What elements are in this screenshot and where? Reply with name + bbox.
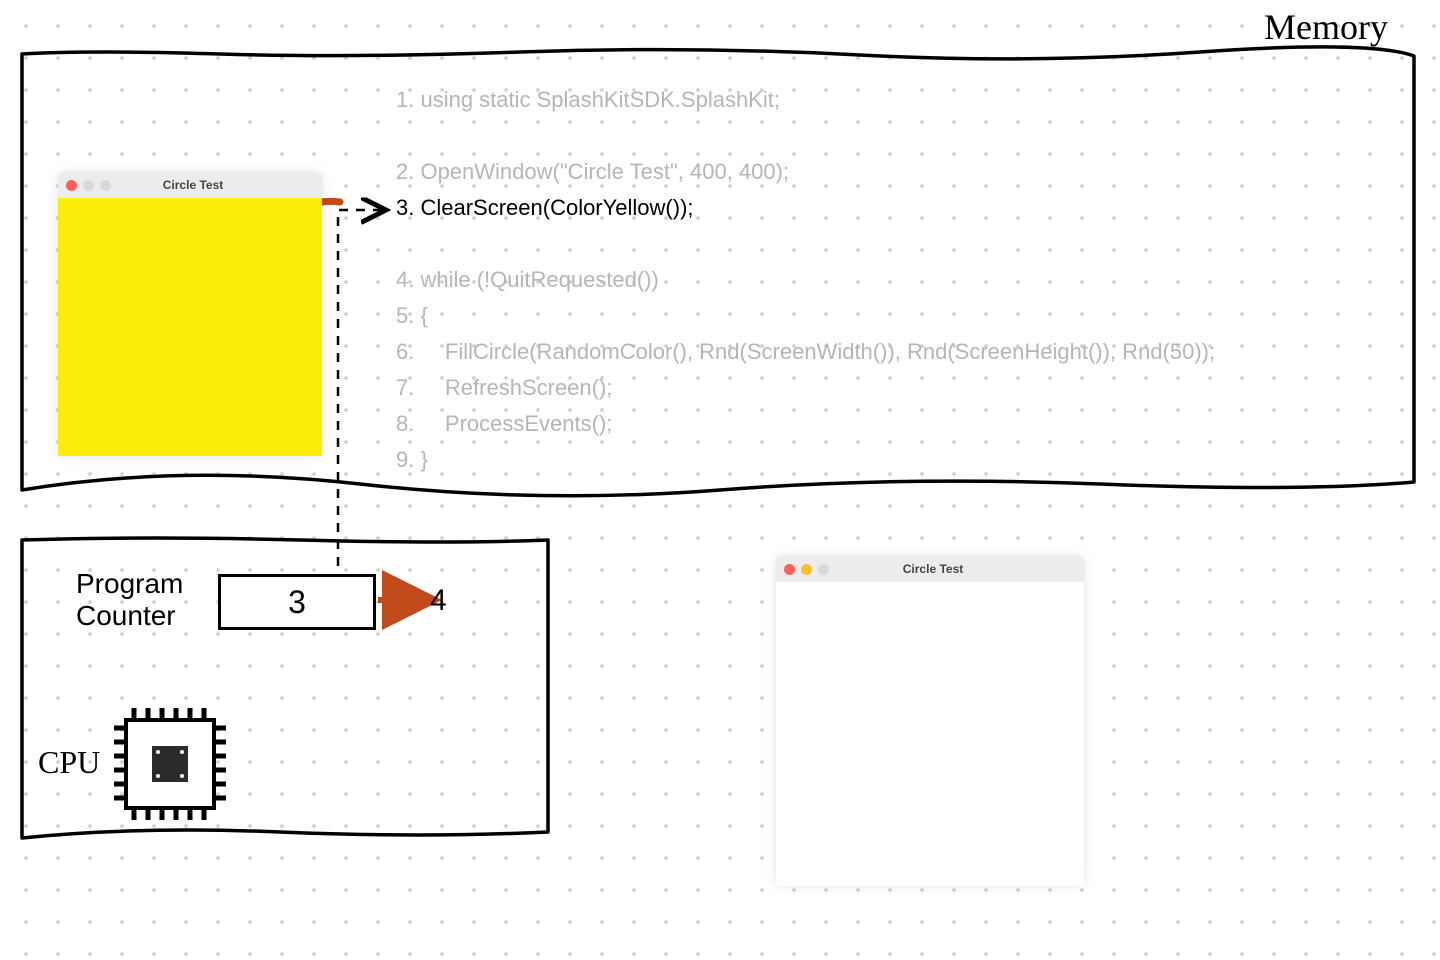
output-window-titlebar: Circle Test (776, 556, 1084, 582)
traffic-light-zoom-icon (818, 564, 829, 575)
code-line: 2. OpenWindow("Circle Test", 400, 400); (396, 154, 1215, 190)
pc-label-line1: Program (76, 568, 183, 600)
pc-to-code-dashed-arrow (338, 210, 386, 583)
code-line (396, 118, 1215, 154)
memory-label: Memory (1264, 6, 1388, 48)
traffic-light-min-icon (83, 180, 94, 191)
code-line: 1. using static SplashKitSDK.SplashKit; (396, 82, 1215, 118)
code-line: 4. while (!QuitRequested()) (396, 262, 1215, 298)
traffic-light-min-icon (801, 564, 812, 575)
traffic-light-close-icon (66, 180, 77, 191)
output-window: Circle Test (776, 556, 1084, 886)
program-window-titlebar: Circle Test (58, 172, 322, 198)
output-window-canvas (776, 582, 1084, 886)
code-line: 7. RefreshScreen(); (396, 370, 1215, 406)
pc-label: Program Counter (76, 568, 183, 632)
program-counter-box: 3 (218, 574, 376, 630)
code-line (396, 226, 1215, 262)
code-line: 5. { (396, 298, 1215, 334)
traffic-light-close-icon (784, 564, 795, 575)
cpu-chip-icon (114, 708, 226, 820)
program-counter-value: 3 (288, 584, 306, 621)
program-window-canvas-yellow (58, 198, 322, 456)
cpu-label: CPU (38, 744, 100, 781)
code-line: 9. } (396, 442, 1215, 478)
code-listing: 1. using static SplashKitSDK.SplashKit; … (396, 82, 1215, 478)
code-line: 8. ProcessEvents(); (396, 406, 1215, 442)
code-line: 6. FillCircle(RandomColor(), Rnd(ScreenW… (396, 334, 1215, 370)
output-window-title: Circle Test (835, 562, 1031, 576)
program-window-title: Circle Test (117, 178, 269, 192)
pc-label-line2: Counter (76, 600, 183, 632)
program-counter-next: 4 (430, 584, 447, 618)
code-line: 3. ClearScreen(ColorYellow()); (396, 190, 1215, 226)
program-window: Circle Test (58, 172, 322, 456)
traffic-light-zoom-icon (100, 180, 111, 191)
